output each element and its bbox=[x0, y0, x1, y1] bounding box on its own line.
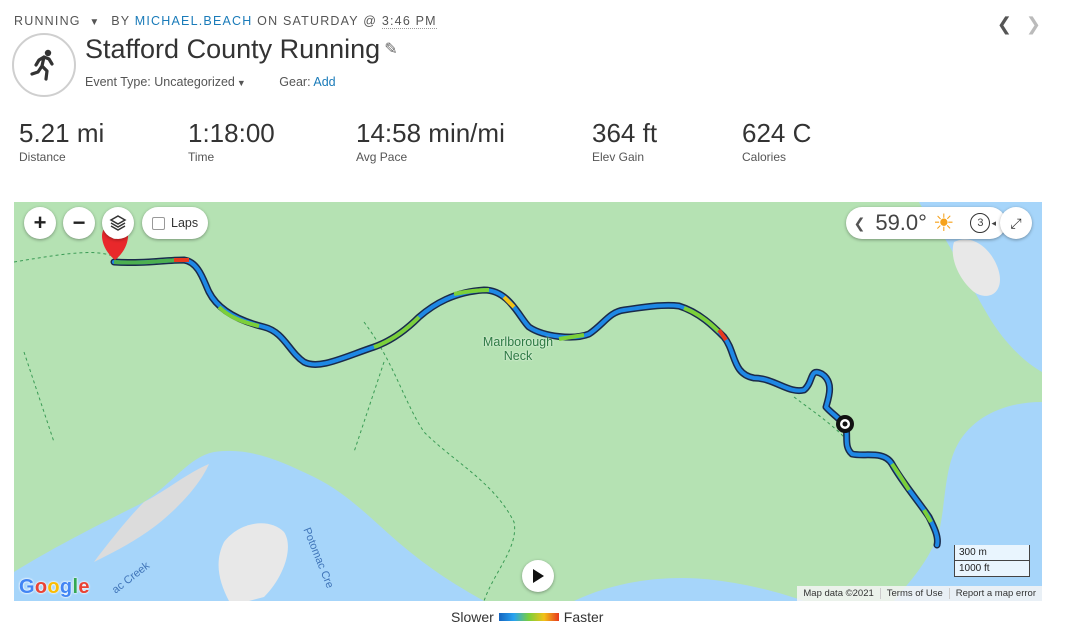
stat-time: 1:18:00 Time bbox=[188, 118, 275, 164]
fullscreen-icon[interactable]: ⤢ bbox=[1000, 207, 1032, 239]
stat-value: 5.21 mi bbox=[19, 118, 105, 148]
activity-meta: Event Type: Uncategorized ▼ Gear: Add bbox=[85, 75, 336, 89]
pace-legend: Slower Faster bbox=[451, 609, 603, 625]
route-map[interactable]: + − Laps ❮ 59.0° ☀ 3 ◂ ⤢ Marlborough Neck… bbox=[14, 202, 1042, 601]
zoom-out-button[interactable]: − bbox=[63, 207, 95, 239]
layers-icon[interactable] bbox=[102, 207, 134, 239]
runner-icon bbox=[12, 33, 76, 97]
stat-label: Time bbox=[188, 150, 215, 164]
stat-value: 364 ft bbox=[592, 118, 658, 148]
legend-faster-label: Faster bbox=[563, 609, 604, 625]
chevron-left-icon[interactable]: ❮ bbox=[854, 215, 866, 232]
terms-of-use-link[interactable]: Terms of Use bbox=[879, 588, 949, 599]
stat-distance: 5.21 mi Distance bbox=[19, 118, 104, 164]
gear-add-link[interactable]: Add bbox=[313, 75, 335, 89]
date-label: ON SATURDAY @ bbox=[257, 14, 378, 28]
trail-dashed-2 bbox=[23, 351, 55, 443]
sun-icon: ☀ bbox=[932, 209, 955, 237]
activity-title[interactable]: Stafford County Running bbox=[85, 34, 380, 64]
map-data-credit: Map data ©2021 bbox=[803, 588, 874, 599]
laps-label: Laps bbox=[171, 216, 199, 230]
weather-count-badge[interactable]: 3 bbox=[970, 213, 991, 233]
stat-value: 624 C bbox=[742, 118, 812, 148]
start-time[interactable]: 3:46 PM bbox=[381, 14, 437, 29]
laps-toggle[interactable]: Laps bbox=[142, 207, 209, 239]
pencil-icon[interactable]: ✎ bbox=[384, 41, 397, 58]
scale-metric: 300 m bbox=[954, 545, 1030, 561]
stat-label: Elev Gain bbox=[592, 150, 645, 164]
water-inlet bbox=[574, 578, 804, 601]
place-label-line2: Neck bbox=[503, 349, 533, 363]
activity-type-label[interactable]: RUNNING bbox=[14, 14, 81, 28]
event-type-label: Event Type: bbox=[85, 75, 151, 89]
activity-header-line: RUNNING ▼ BY MICHAEL.BEACH ON SATURDAY @… bbox=[14, 14, 437, 29]
zoom-in-button[interactable]: + bbox=[24, 207, 56, 239]
position-marker[interactable] bbox=[836, 415, 854, 433]
map-canvas[interactable] bbox=[14, 202, 1042, 601]
event-type-value[interactable]: Uncategorized bbox=[154, 75, 235, 89]
map-attribution: Map data ©2021 Terms of Use Report a map… bbox=[797, 586, 1042, 601]
stat-calories: 624 C Calories bbox=[742, 118, 811, 164]
trail-dashed-4 bbox=[353, 361, 385, 453]
map-scale: 300 m 1000 ft bbox=[954, 545, 1030, 577]
stat-value: 1:18:00 bbox=[188, 118, 275, 148]
play-button[interactable] bbox=[522, 560, 554, 592]
google-logo: Google bbox=[19, 576, 90, 598]
weather-widget[interactable]: ❮ 59.0° ☀ 3 ◂ bbox=[845, 207, 1006, 239]
report-map-error-link[interactable]: Report a map error bbox=[948, 588, 1042, 599]
place-label-line1: Marlborough bbox=[482, 335, 554, 349]
legend-gradient-bar bbox=[498, 613, 559, 621]
stat-elev-gain: 364 ft Elev Gain bbox=[592, 118, 657, 164]
chevron-right-icon[interactable]: ❯ bbox=[1026, 14, 1041, 34]
stat-label: Calories bbox=[742, 150, 787, 164]
weather-temperature: 59.0° bbox=[875, 210, 927, 235]
scale-imperial: 1000 ft bbox=[954, 561, 1030, 577]
activity-type-dropdown-icon[interactable]: ▼ bbox=[89, 17, 100, 28]
stat-label: Avg Pace bbox=[356, 150, 408, 164]
activity-nav: ❮ ❯ bbox=[983, 14, 1041, 35]
laps-checkbox[interactable] bbox=[152, 216, 165, 230]
stat-avg-pace: 14:58 min/mi Avg Pace bbox=[356, 118, 505, 164]
caret-down-icon[interactable]: ▼ bbox=[237, 78, 246, 88]
page-title: Stafford County Running ✎ bbox=[85, 34, 398, 65]
map-place-label: Marlborough Neck bbox=[482, 335, 554, 363]
trail-dashed-1 bbox=[14, 252, 125, 263]
stat-value: 14:58 min/mi bbox=[356, 118, 505, 148]
chevron-right-icon[interactable]: ◂ bbox=[991, 218, 996, 229]
by-label: BY bbox=[111, 14, 131, 28]
legend-slower-label: Slower bbox=[451, 609, 494, 625]
route-segment-mid bbox=[890, 462, 911, 492]
gear-label: Gear: bbox=[279, 75, 311, 89]
stat-label: Distance bbox=[19, 150, 66, 164]
user-link[interactable]: MICHAEL.BEACH bbox=[135, 14, 253, 28]
chevron-left-icon[interactable]: ❮ bbox=[997, 14, 1012, 34]
